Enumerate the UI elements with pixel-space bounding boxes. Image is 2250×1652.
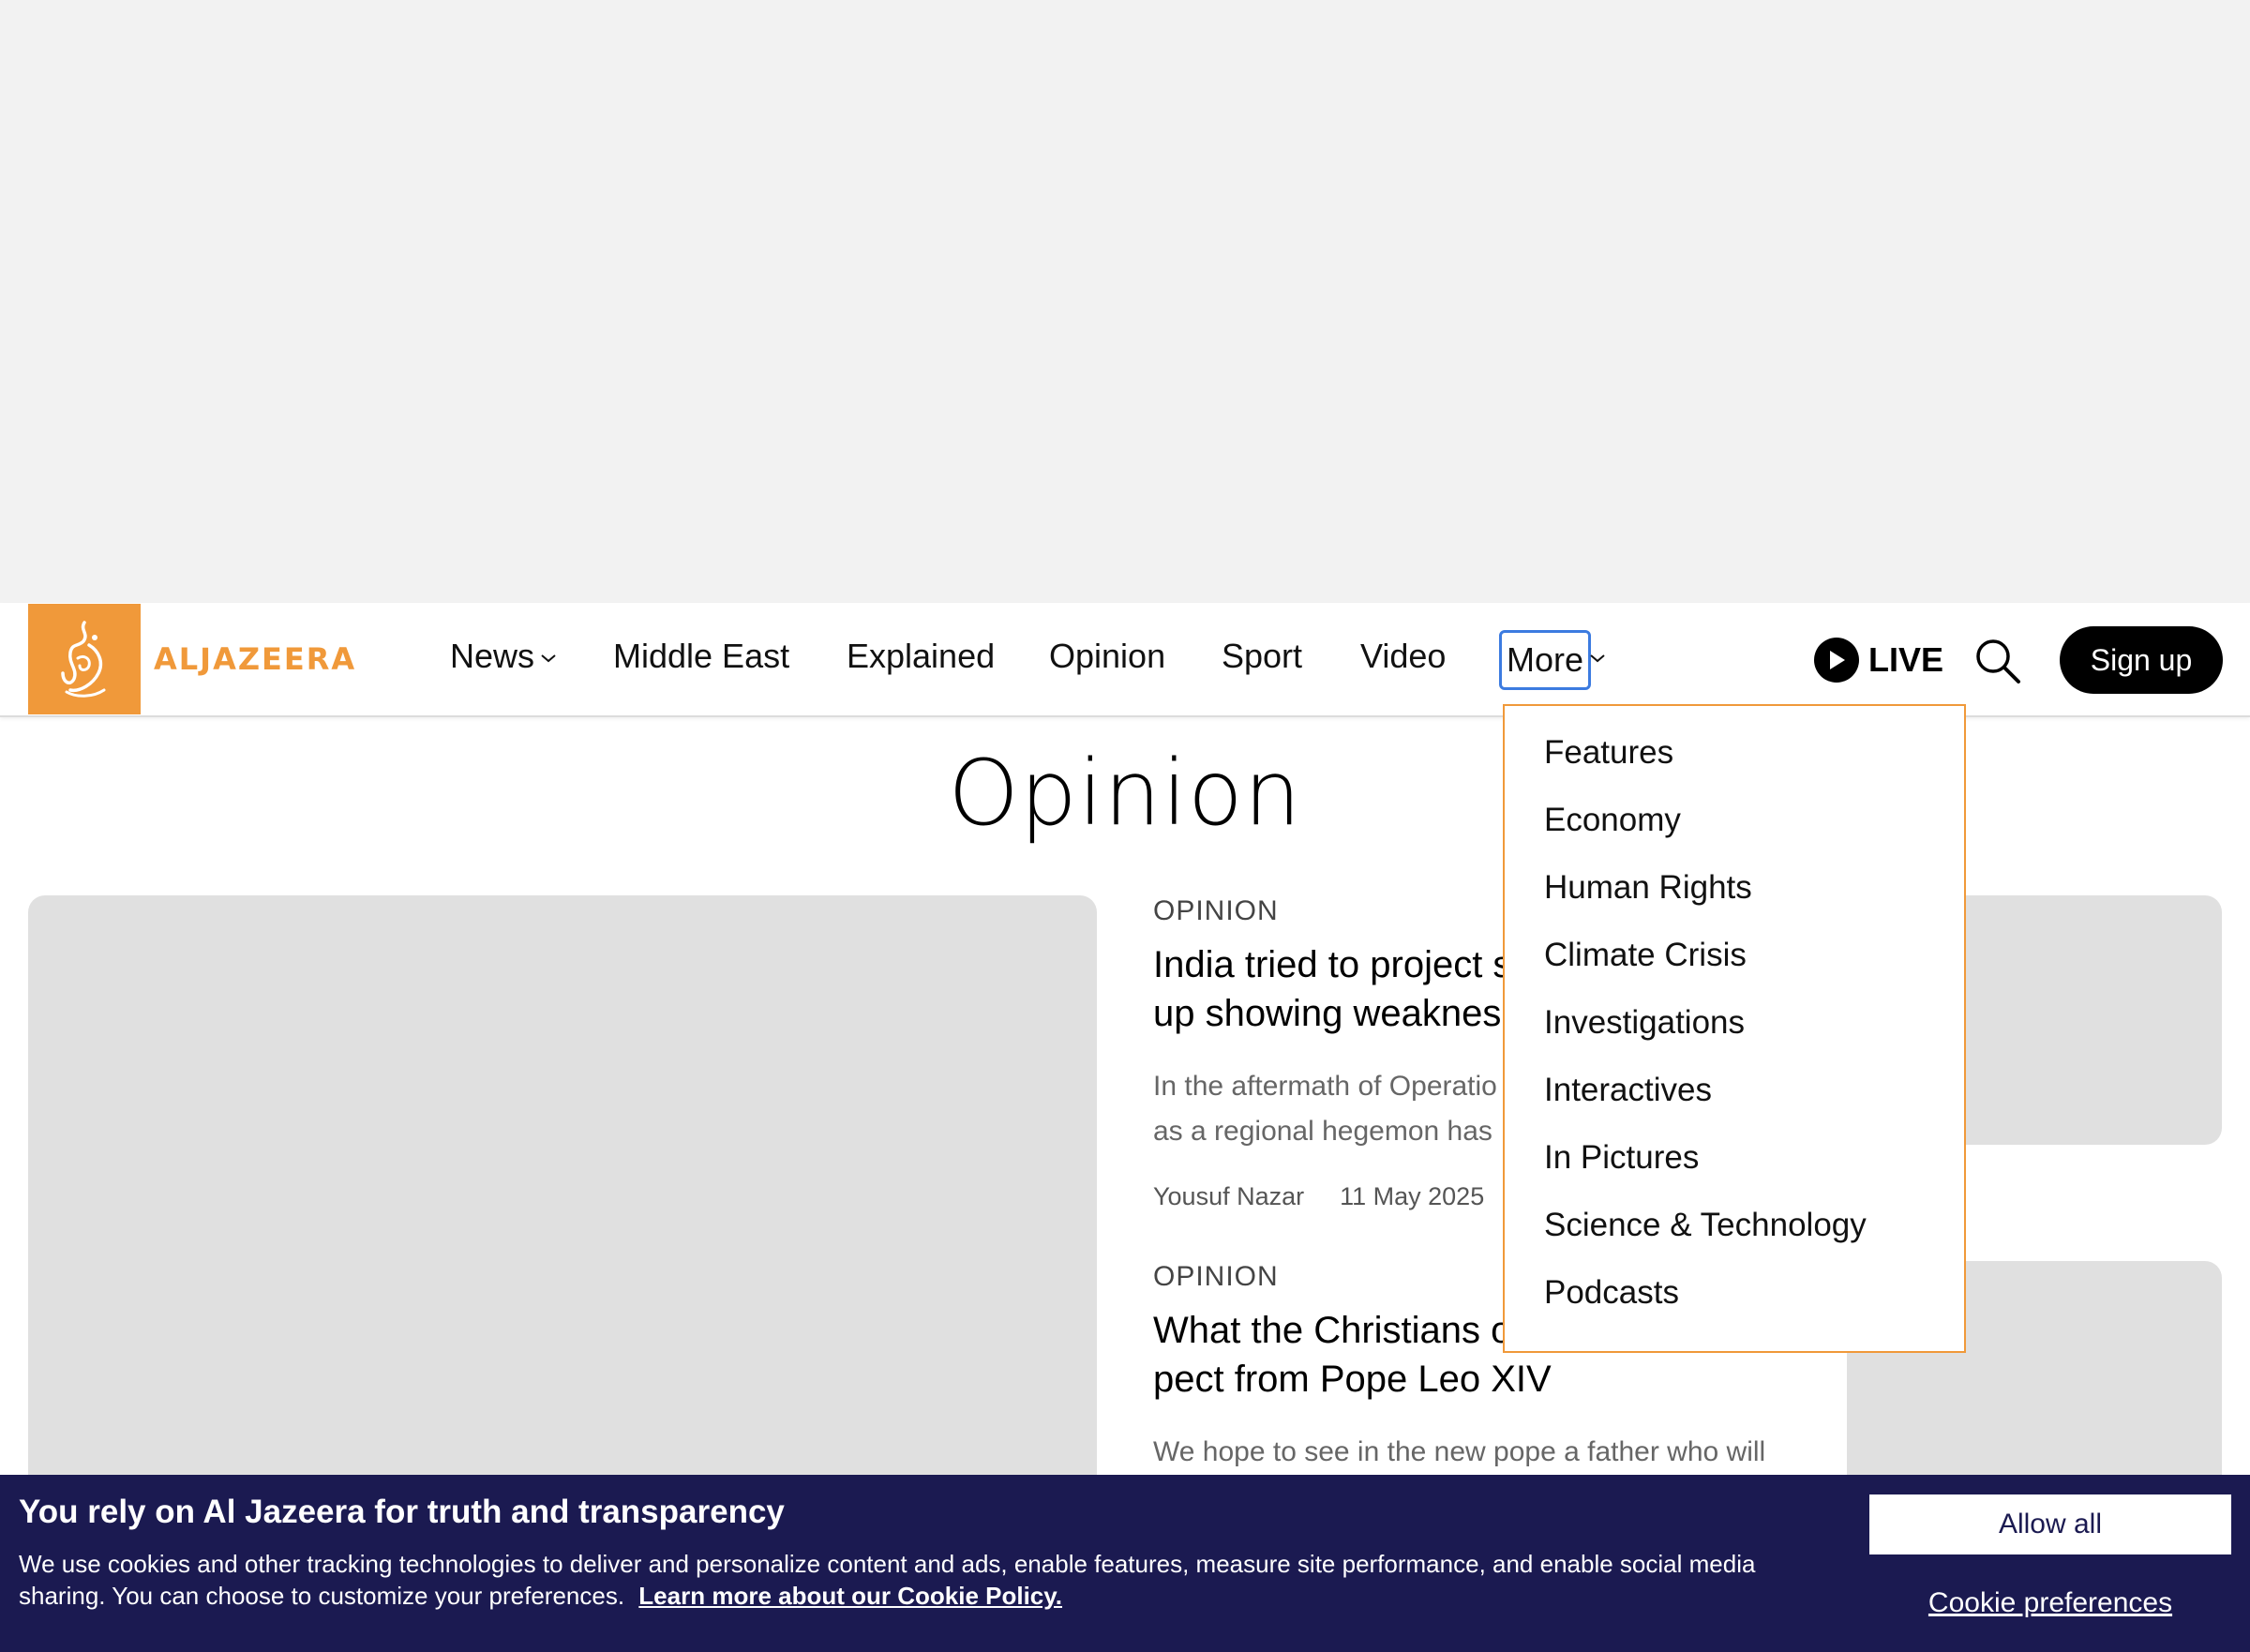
cookie-policy-link[interactable]: Learn more about our Cookie Policy.	[638, 1582, 1062, 1610]
cookie-banner-title: You rely on Al Jazeera for truth and tra…	[19, 1494, 785, 1530]
aljazeera-calligraphy-icon	[61, 621, 106, 698]
nav-item-news[interactable]: News	[450, 637, 557, 676]
menu-item-human-rights[interactable]: Human Rights	[1505, 854, 1964, 922]
nav-item-sport[interactable]: Sport	[1222, 637, 1302, 676]
menu-item-features[interactable]: Features	[1505, 719, 1964, 787]
menu-item-science-technology[interactable]: Science & Technology	[1505, 1192, 1964, 1259]
play-icon	[1814, 638, 1859, 683]
nav-item-label: News	[450, 637, 535, 675]
chevron-down-icon	[541, 654, 556, 663]
article-summary: We hope to see in the new pope a father …	[1153, 1430, 1809, 1475]
sign-up-button[interactable]: Sign up	[2060, 626, 2223, 694]
chevron-down-icon[interactable]	[1589, 653, 1606, 664]
article-date: 11 May 2025	[1340, 1182, 1485, 1210]
menu-item-interactives[interactable]: Interactives	[1505, 1057, 1964, 1124]
menu-item-investigations[interactable]: Investigations	[1505, 989, 1964, 1057]
live-label: LIVE	[1868, 640, 1944, 679]
brand-wordmark[interactable]: ALJAZEERA	[154, 641, 356, 677]
menu-item-economy[interactable]: Economy	[1505, 787, 1964, 854]
live-button[interactable]: LIVE	[1814, 638, 1943, 683]
menu-item-climate-crisis[interactable]: Climate Crisis	[1505, 922, 1964, 989]
aljazeera-logo-mark[interactable]	[28, 604, 141, 714]
search-icon[interactable]	[1973, 637, 2022, 685]
menu-item-podcasts[interactable]: Podcasts	[1505, 1259, 1964, 1327]
nav-item-video[interactable]: Video	[1360, 637, 1446, 676]
allow-all-button[interactable]: Allow all	[1869, 1494, 2231, 1554]
summary-line: We hope to see in the new pope a father …	[1153, 1436, 1766, 1467]
site-header: ALJAZEERA News Middle East Explained Opi…	[0, 603, 2250, 717]
nav-item-explained[interactable]: Explained	[847, 637, 995, 676]
cookie-banner: You rely on Al Jazeera for truth and tra…	[0, 1475, 2250, 1652]
article-author[interactable]: Yousuf Nazar	[1153, 1182, 1304, 1210]
cookie-preferences-link[interactable]: Cookie preferences	[1869, 1587, 2231, 1619]
cookie-banner-text: We use cookies and other tracking techno…	[19, 1548, 1781, 1612]
nav-item-opinion[interactable]: Opinion	[1049, 637, 1165, 676]
menu-item-in-pictures[interactable]: In Pictures	[1505, 1124, 1964, 1192]
headline-line: pect from Pope Leo XIV	[1153, 1359, 1552, 1400]
nav-item-middle-east[interactable]: Middle East	[613, 637, 789, 676]
more-dropdown-menu: Features Economy Human Rights Climate Cr…	[1503, 704, 1966, 1353]
nav-item-more[interactable]: More	[1499, 630, 1592, 690]
ad-placeholder	[0, 0, 2250, 603]
